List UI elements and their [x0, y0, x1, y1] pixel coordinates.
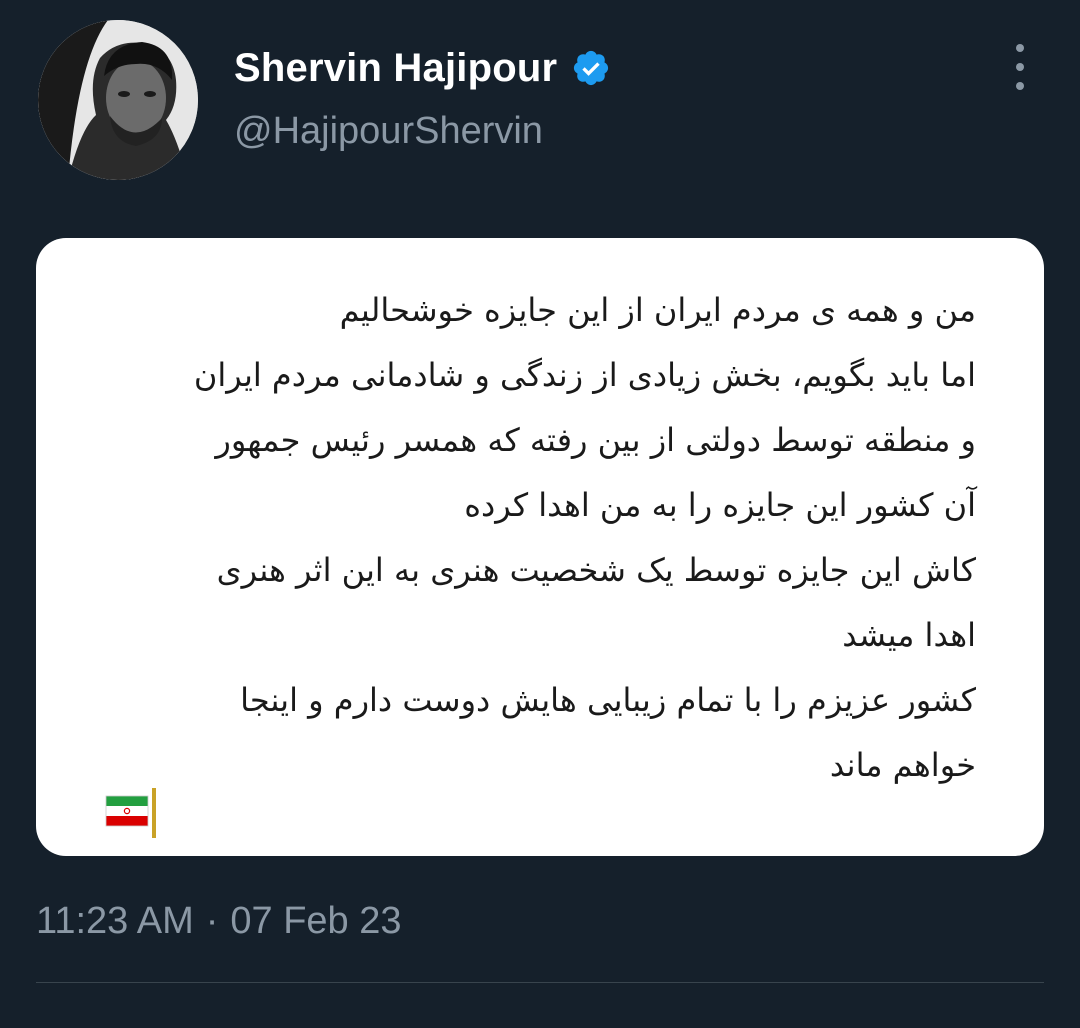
- author-handle[interactable]: @HajipourShervin: [234, 110, 543, 153]
- statement-line: و منطقه توسط دولتی از بین رفته که همسر ر…: [215, 421, 976, 459]
- statement-line: اهدا میشد: [842, 616, 976, 654]
- statement-line: کاش این جایزه توسط یک شخصیت هنری به این …: [216, 551, 976, 589]
- divider: [36, 982, 1044, 983]
- more-dot-icon: [1016, 82, 1024, 90]
- iran-flag-icon: [104, 786, 162, 840]
- avatar[interactable]: [38, 20, 198, 180]
- more-options-button[interactable]: [1004, 44, 1036, 90]
- timestamp-separator: ·: [205, 900, 219, 942]
- statement-line: خواهم ماند: [829, 746, 976, 784]
- statement-line: آن کشور این جایزه را به من اهدا کرده: [464, 486, 976, 524]
- avatar-photo: [38, 20, 198, 180]
- author-name-row: Shervin Hajipour: [234, 42, 611, 94]
- author-display-name[interactable]: Shervin Hajipour: [234, 46, 557, 91]
- more-dot-icon: [1016, 44, 1024, 52]
- statement-line: من و همه ی مردم ایران از این جایزه خوشحا…: [339, 291, 976, 329]
- tweet-media-image[interactable]: من و همه ی مردم ایران از این جایزه خوشحا…: [36, 238, 1044, 856]
- tweet-time: 11:23 AM: [36, 900, 194, 942]
- statement-line: اما باید بگویم، بخش زیادی از زندگی و شاد…: [193, 356, 976, 394]
- statement-text: من و همه ی مردم ایران از این جایزه خوشحا…: [76, 278, 976, 798]
- more-dot-icon: [1016, 63, 1024, 71]
- statement-line: کشور عزیزم را با تمام زیبایی هایش دوست د…: [240, 681, 976, 719]
- verified-badge-icon: [571, 48, 611, 88]
- tweet-date: 07 Feb 23: [230, 900, 402, 942]
- tweet-timestamp[interactable]: 11:23 AM · 07 Feb 23: [36, 900, 402, 943]
